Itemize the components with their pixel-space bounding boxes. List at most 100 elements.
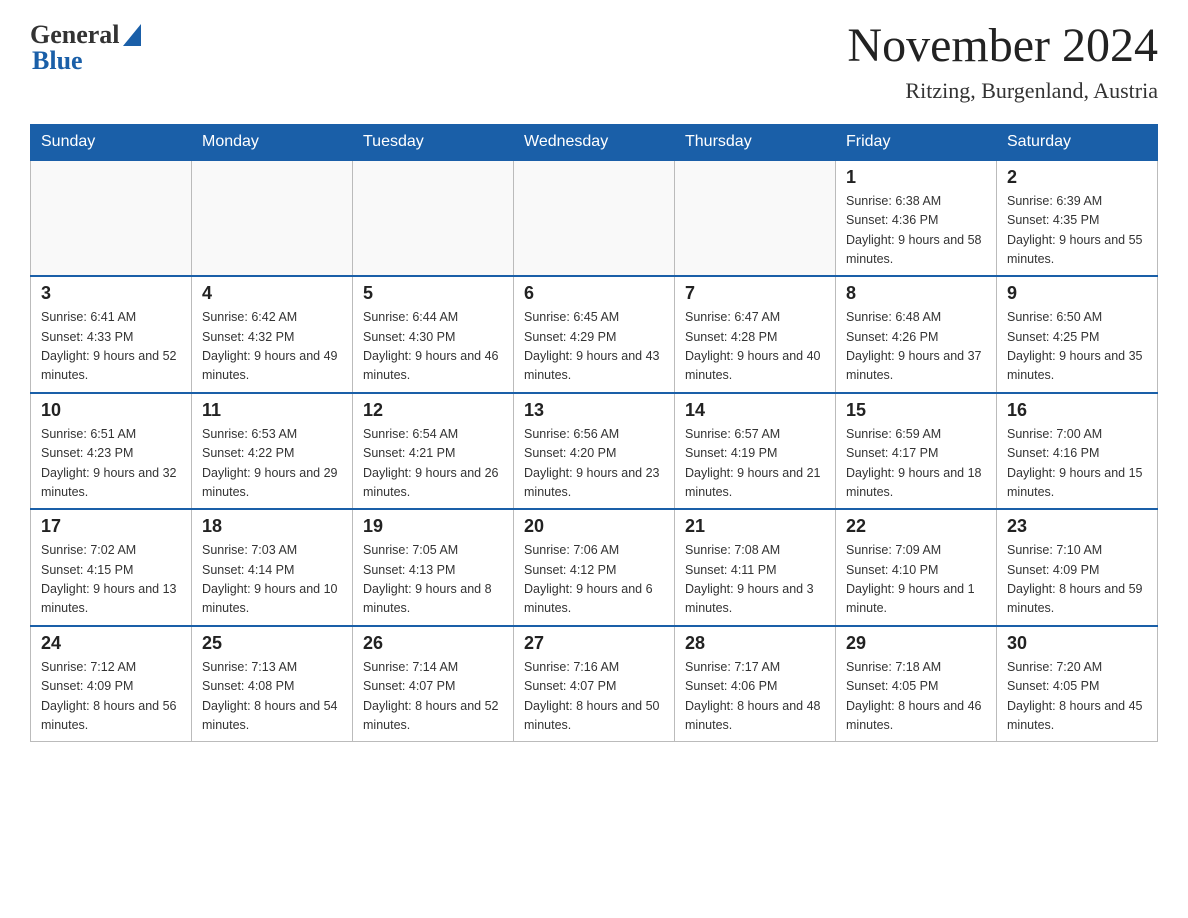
day-info: Sunrise: 7:02 AMSunset: 4:15 PMDaylight:… xyxy=(41,541,181,619)
day-info: Sunrise: 7:12 AMSunset: 4:09 PMDaylight:… xyxy=(41,658,181,736)
day-info: Sunrise: 7:16 AMSunset: 4:07 PMDaylight:… xyxy=(524,658,664,736)
calendar-header-sunday: Sunday xyxy=(31,124,192,160)
calendar-day-cell: 19 Sunrise: 7:05 AMSunset: 4:13 PMDayligh… xyxy=(353,509,514,626)
day-info: Sunrise: 6:42 AMSunset: 4:32 PMDaylight:… xyxy=(202,308,342,386)
day-info: Sunrise: 6:39 AMSunset: 4:35 PMDaylight:… xyxy=(1007,192,1147,270)
day-number: 14 xyxy=(685,400,825,421)
calendar-day-cell: 5 Sunrise: 6:44 AMSunset: 4:30 PMDaylight… xyxy=(353,276,514,393)
calendar-week-row: 1 Sunrise: 6:38 AMSunset: 4:36 PMDaylight… xyxy=(31,160,1158,277)
calendar-day-cell: 25Sunrise: 7:13 AMSunset: 4:08 PMDayligh… xyxy=(192,626,353,742)
calendar-header-tuesday: Tuesday xyxy=(353,124,514,160)
day-info: Sunrise: 7:10 AMSunset: 4:09 PMDaylight:… xyxy=(1007,541,1147,619)
calendar-week-row: 3Sunrise: 6:41 AMSunset: 4:33 PMDaylight… xyxy=(31,276,1158,393)
calendar-day-cell: 28 Sunrise: 7:17 AMSunset: 4:06 PMDayligh… xyxy=(675,626,836,742)
day-number: 15 xyxy=(846,400,986,421)
calendar-week-row: 10 Sunrise: 6:51 AMSunset: 4:23 PMDayligh… xyxy=(31,393,1158,510)
day-number: 30 xyxy=(1007,633,1147,654)
calendar-table: SundayMondayTuesdayWednesdayThursdayFrid… xyxy=(30,124,1158,743)
day-number: 12 xyxy=(363,400,503,421)
day-info: Sunrise: 6:47 AMSunset: 4:28 PMDaylight:… xyxy=(685,308,825,386)
day-number: 16 xyxy=(1007,400,1147,421)
calendar-day-cell: 10 Sunrise: 6:51 AMSunset: 4:23 PMDayligh… xyxy=(31,393,192,510)
calendar-header-wednesday: Wednesday xyxy=(514,124,675,160)
day-info: Sunrise: 7:18 AMSunset: 4:05 PMDaylight:… xyxy=(846,658,986,736)
calendar-day-cell: 30 Sunrise: 7:20 AMSunset: 4:05 PMDayligh… xyxy=(997,626,1158,742)
day-info: Sunrise: 7:03 AMSunset: 4:14 PMDaylight:… xyxy=(202,541,342,619)
calendar-day-cell xyxy=(31,160,192,277)
day-info: Sunrise: 7:05 AMSunset: 4:13 PMDaylight:… xyxy=(363,541,503,619)
calendar-day-cell xyxy=(192,160,353,277)
day-number: 17 xyxy=(41,516,181,537)
day-info: Sunrise: 6:45 AMSunset: 4:29 PMDaylight:… xyxy=(524,308,664,386)
calendar-day-cell xyxy=(353,160,514,277)
calendar-day-cell: 18 Sunrise: 7:03 AMSunset: 4:14 PMDayligh… xyxy=(192,509,353,626)
title-block: November 2024 Ritzing, Burgenland, Austr… xyxy=(847,20,1158,104)
day-info: Sunrise: 6:38 AMSunset: 4:36 PMDaylight:… xyxy=(846,192,986,270)
calendar-title: November 2024 xyxy=(847,20,1158,73)
calendar-day-cell: 14 Sunrise: 6:57 AMSunset: 4:19 PMDayligh… xyxy=(675,393,836,510)
calendar-day-cell: 15 Sunrise: 6:59 AMSunset: 4:17 PMDayligh… xyxy=(836,393,997,510)
calendar-header-friday: Friday xyxy=(836,124,997,160)
day-info: Sunrise: 6:57 AMSunset: 4:19 PMDaylight:… xyxy=(685,425,825,503)
day-number: 26 xyxy=(363,633,503,654)
day-number: 1 xyxy=(846,167,986,188)
day-number: 19 xyxy=(363,516,503,537)
calendar-day-cell: 8Sunrise: 6:48 AMSunset: 4:26 PMDaylight… xyxy=(836,276,997,393)
calendar-day-cell: 20 Sunrise: 7:06 AMSunset: 4:12 PMDayligh… xyxy=(514,509,675,626)
calendar-day-cell: 22 Sunrise: 7:09 AMSunset: 4:10 PMDayligh… xyxy=(836,509,997,626)
day-info: Sunrise: 6:44 AMSunset: 4:30 PMDaylight:… xyxy=(363,308,503,386)
day-info: Sunrise: 6:51 AMSunset: 4:23 PMDaylight:… xyxy=(41,425,181,503)
day-info: Sunrise: 7:00 AMSunset: 4:16 PMDaylight:… xyxy=(1007,425,1147,503)
calendar-day-cell: 11Sunrise: 6:53 AMSunset: 4:22 PMDayligh… xyxy=(192,393,353,510)
calendar-day-cell: 13 Sunrise: 6:56 AMSunset: 4:20 PMDayligh… xyxy=(514,393,675,510)
day-number: 2 xyxy=(1007,167,1147,188)
day-number: 8 xyxy=(846,283,986,304)
calendar-day-cell xyxy=(514,160,675,277)
day-info: Sunrise: 7:20 AMSunset: 4:05 PMDaylight:… xyxy=(1007,658,1147,736)
day-info: Sunrise: 7:14 AMSunset: 4:07 PMDaylight:… xyxy=(363,658,503,736)
day-number: 13 xyxy=(524,400,664,421)
day-info: Sunrise: 7:17 AMSunset: 4:06 PMDaylight:… xyxy=(685,658,825,736)
day-info: Sunrise: 7:06 AMSunset: 4:12 PMDaylight:… xyxy=(524,541,664,619)
calendar-header-saturday: Saturday xyxy=(997,124,1158,160)
day-number: 22 xyxy=(846,516,986,537)
day-number: 5 xyxy=(363,283,503,304)
day-number: 21 xyxy=(685,516,825,537)
day-info: Sunrise: 6:59 AMSunset: 4:17 PMDaylight:… xyxy=(846,425,986,503)
day-number: 9 xyxy=(1007,283,1147,304)
calendar-header-row: SundayMondayTuesdayWednesdayThursdayFrid… xyxy=(31,124,1158,160)
calendar-day-cell: 21Sunrise: 7:08 AMSunset: 4:11 PMDayligh… xyxy=(675,509,836,626)
day-info: Sunrise: 6:50 AMSunset: 4:25 PMDaylight:… xyxy=(1007,308,1147,386)
calendar-day-cell: 7 Sunrise: 6:47 AMSunset: 4:28 PMDaylight… xyxy=(675,276,836,393)
calendar-subtitle: Ritzing, Burgenland, Austria xyxy=(847,78,1158,104)
calendar-day-cell: 2 Sunrise: 6:39 AMSunset: 4:35 PMDaylight… xyxy=(997,160,1158,277)
logo: General Blue xyxy=(30,20,141,76)
day-number: 23 xyxy=(1007,516,1147,537)
day-number: 27 xyxy=(524,633,664,654)
day-info: Sunrise: 6:41 AMSunset: 4:33 PMDaylight:… xyxy=(41,308,181,386)
day-number: 28 xyxy=(685,633,825,654)
logo-triangle-icon xyxy=(123,24,141,46)
day-number: 10 xyxy=(41,400,181,421)
calendar-day-cell: 9 Sunrise: 6:50 AMSunset: 4:25 PMDaylight… xyxy=(997,276,1158,393)
calendar-day-cell: 24 Sunrise: 7:12 AMSunset: 4:09 PMDayligh… xyxy=(31,626,192,742)
calendar-day-cell: 17 Sunrise: 7:02 AMSunset: 4:15 PMDayligh… xyxy=(31,509,192,626)
day-number: 18 xyxy=(202,516,342,537)
day-info: Sunrise: 6:53 AMSunset: 4:22 PMDaylight:… xyxy=(202,425,342,503)
calendar-day-cell xyxy=(675,160,836,277)
calendar-day-cell: 6Sunrise: 6:45 AMSunset: 4:29 PMDaylight… xyxy=(514,276,675,393)
calendar-day-cell: 23 Sunrise: 7:10 AMSunset: 4:09 PMDayligh… xyxy=(997,509,1158,626)
calendar-day-cell: 16 Sunrise: 7:00 AMSunset: 4:16 PMDayligh… xyxy=(997,393,1158,510)
day-info: Sunrise: 7:09 AMSunset: 4:10 PMDaylight:… xyxy=(846,541,986,619)
calendar-day-cell: 1 Sunrise: 6:38 AMSunset: 4:36 PMDaylight… xyxy=(836,160,997,277)
day-number: 20 xyxy=(524,516,664,537)
day-info: Sunrise: 6:56 AMSunset: 4:20 PMDaylight:… xyxy=(524,425,664,503)
calendar-day-cell: 12Sunrise: 6:54 AMSunset: 4:21 PMDayligh… xyxy=(353,393,514,510)
calendar-day-cell: 4Sunrise: 6:42 AMSunset: 4:32 PMDaylight… xyxy=(192,276,353,393)
logo-blue-text: Blue xyxy=(32,46,83,76)
page-header: General Blue November 2024 Ritzing, Burg… xyxy=(30,20,1158,104)
day-info: Sunrise: 7:13 AMSunset: 4:08 PMDaylight:… xyxy=(202,658,342,736)
calendar-week-row: 17 Sunrise: 7:02 AMSunset: 4:15 PMDayligh… xyxy=(31,509,1158,626)
day-number: 24 xyxy=(41,633,181,654)
day-number: 7 xyxy=(685,283,825,304)
